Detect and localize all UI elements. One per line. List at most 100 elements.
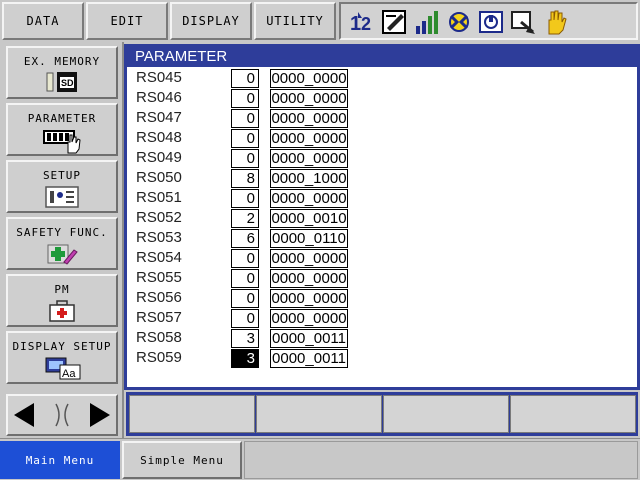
parameter-binary-value: 0000_0000 (270, 69, 348, 88)
parameter-value-field[interactable]: 0 (231, 149, 259, 168)
main-menu-panel: EX. MEMORY SD PARAMETER SETUP SAFETY FUN… (0, 42, 124, 438)
parameter-name: RS059 (136, 349, 182, 366)
menu-parameter-button[interactable]: PARAMETER (6, 103, 118, 156)
parameter-value-field[interactable]: 3 (231, 329, 259, 348)
parameter-row[interactable]: RS045 0 0000_0000 (127, 68, 637, 88)
top-menu-bar: DATA EDIT DISPLAY UTILITY 1 2 (0, 0, 640, 42)
function-key-1[interactable] (129, 395, 255, 433)
bottom-tab-bar: Main Menu Simple Menu (0, 438, 640, 480)
parameter-row[interactable]: RS055 0 0000_0000 (127, 268, 637, 288)
signal-bars-icon (416, 11, 438, 34)
tab-simple-menu[interactable]: Simple Menu (122, 441, 242, 479)
cycle-icon (449, 12, 469, 32)
menu-setup-label: SETUP (42, 169, 82, 182)
parameter-binary-value: 0000_0000 (270, 289, 348, 308)
menu-ex-memory-label: EX. MEMORY (23, 55, 101, 68)
menu-display-setup-label: DISPLAY SETUP (12, 340, 112, 353)
parameter-name: RS046 (136, 89, 182, 106)
parameter-value-field[interactable]: 0 (231, 89, 259, 108)
parameter-value-field[interactable]: 0 (231, 269, 259, 288)
parameter-name: RS058 (136, 329, 182, 346)
menu-display-setup-button[interactable]: DISPLAY SETUP Aa (6, 331, 118, 384)
window-title: PARAMETER (127, 47, 637, 67)
parameter-name: RS052 (136, 209, 182, 226)
parameter-value-field[interactable]: 8 (231, 169, 259, 188)
tab-main-menu[interactable]: Main Menu (0, 441, 120, 479)
parameter-name: RS053 (136, 229, 182, 246)
menu-display[interactable]: DISPLAY (170, 2, 252, 40)
parameter-row[interactable]: RS054 0 0000_0000 (127, 248, 637, 268)
arrows-graphic (14, 403, 110, 427)
first-aid-kit-icon (49, 300, 75, 322)
parameter-value-field[interactable]: 3 (231, 349, 259, 368)
parameter-window: PARAMETER RS045 0 0000_0000 RS046 0 0000_0000… (124, 44, 640, 390)
tool-number-icon: 1 2 (350, 12, 371, 35)
function-key-2[interactable] (256, 395, 382, 433)
menu-setup-button[interactable]: SETUP (6, 160, 118, 213)
parameter-row[interactable]: RS056 0 0000_0000 (127, 288, 637, 308)
parameter-value-field[interactable]: 6 (231, 229, 259, 248)
menu-pm-button[interactable]: PM (6, 274, 118, 327)
parameter-value-field[interactable]: 0 (231, 249, 259, 268)
tab-bar-blank (244, 441, 638, 479)
menu-pm-label: PM (54, 283, 70, 296)
parameter-name: RS056 (136, 289, 182, 306)
parameter-binary-value: 0000_0000 (270, 129, 348, 148)
parameter-binary-value: 0000_0010 (270, 209, 348, 228)
parameter-name: RS049 (136, 149, 182, 166)
parameter-name: RS055 (136, 269, 182, 286)
parameter-binary-value: 0000_0011 (270, 349, 348, 368)
menu-data[interactable]: DATA (2, 2, 84, 40)
parameter-value-field[interactable]: 0 (231, 109, 259, 128)
parameter-row[interactable]: RS048 0 0000_0000 (127, 128, 637, 148)
parameter-row[interactable]: RS049 0 0000_0000 (127, 148, 637, 168)
parameter-value-field[interactable]: 0 (231, 129, 259, 148)
svg-text:2: 2 (361, 14, 371, 34)
function-key-3[interactable] (383, 395, 509, 433)
edit-mode-icon (382, 10, 406, 34)
parameter-list: PARAMETER RS045 0 0000_0000 RS046 0 0000_0000… (127, 47, 637, 387)
servo-icon (479, 11, 503, 33)
menu-safety-func-button[interactable]: SAFETY FUNC. (6, 217, 118, 270)
parameter-value-field[interactable]: 2 (231, 209, 259, 228)
parameter-hand-icon (43, 130, 81, 154)
parameter-binary-value: 0000_1000 (270, 169, 348, 188)
parameter-row[interactable]: RS058 3 0000_0011 (127, 328, 637, 348)
display-font-icon: Aa (45, 357, 81, 380)
parameter-value-field[interactable]: 0 (231, 69, 259, 88)
parameter-name: RS057 (136, 309, 182, 326)
parameter-binary-value: 0000_0000 (270, 249, 348, 268)
status-icon-strip: 1 2 (339, 2, 638, 40)
svg-text:SD: SD (61, 78, 74, 88)
parameter-name: RS045 (136, 69, 182, 86)
parameter-row[interactable]: RS053 6 0000_0110 (127, 228, 637, 248)
monitor-arrow-icon (511, 11, 535, 34)
parameter-row[interactable]: RS046 0 0000_0000 (127, 88, 637, 108)
parameter-row[interactable]: RS052 2 0000_0010 (127, 208, 637, 228)
arrow-right-icon[interactable] (90, 403, 110, 427)
menu-ex-memory-button[interactable]: EX. MEMORY SD (6, 46, 118, 99)
parameter-row[interactable]: RS047 0 0000_0000 (127, 108, 637, 128)
hand-icon (548, 10, 567, 35)
parameter-name: RS048 (136, 129, 182, 146)
parameter-row[interactable]: RS050 8 0000_1000 (127, 168, 637, 188)
menu-utility[interactable]: UTILITY (254, 2, 336, 40)
menu-edit[interactable]: EDIT (86, 2, 168, 40)
parameter-name: RS051 (136, 189, 182, 206)
function-key-4[interactable] (510, 395, 636, 433)
sd-card-icon: SD (46, 72, 77, 92)
arrow-left-icon[interactable] (14, 403, 34, 427)
parameter-row[interactable]: RS057 0 0000_0000 (127, 308, 637, 328)
page-arrows (6, 394, 118, 436)
parameter-value-field[interactable]: 0 (231, 189, 259, 208)
parameter-binary-value: 0000_0000 (270, 269, 348, 288)
parameter-binary-value: 0000_0110 (270, 229, 348, 248)
function-key-area (124, 390, 640, 438)
parameter-name: RS050 (136, 169, 182, 186)
parameter-row[interactable]: RS059 3 0000_0011 (127, 348, 637, 368)
parameter-row[interactable]: RS051 0 0000_0000 (127, 188, 637, 208)
menu-parameter-label: PARAMETER (27, 112, 97, 125)
parameter-value-field[interactable]: 0 (231, 309, 259, 328)
parameter-value-field[interactable]: 0 (231, 289, 259, 308)
parameter-name: RS054 (136, 249, 182, 266)
